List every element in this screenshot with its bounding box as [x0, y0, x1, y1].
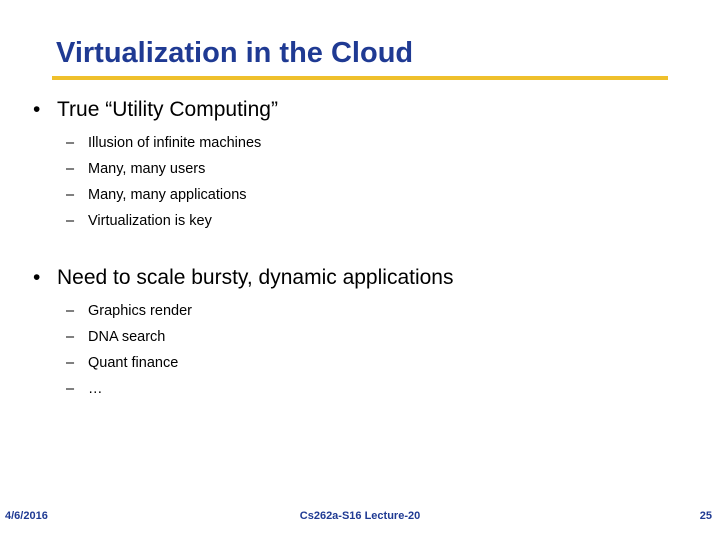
sub-bullet-label-1-1: DNA search	[88, 329, 166, 345]
sub-bullet-label-1-3: …	[88, 381, 103, 397]
bullet-label-1: Need to scale bursty, dynamic applicatio…	[57, 266, 454, 289]
bullet-marker-icon: •	[33, 98, 41, 121]
dash-marker-icon: –	[66, 213, 75, 229]
bullet-label-0: True “Utility Computing”	[57, 98, 278, 121]
sub-bullet-item-1-2: – Quant finance	[0, 350, 720, 376]
sub-bullet-label-1-2: Quant finance	[88, 355, 179, 371]
bullet-item-0: • True “Utility Computing”	[0, 96, 720, 124]
sub-bullet-label-0-1: Many, many users	[88, 161, 206, 177]
sub-bullet-item-1-1: – DNA search	[0, 324, 720, 350]
dash-marker-icon: –	[66, 381, 75, 397]
sub-bullet-item-0-2: – Many, many applications	[0, 182, 720, 208]
dash-marker-icon: –	[66, 161, 75, 177]
dash-marker-icon: –	[66, 187, 75, 203]
slide: Virtualization in the Cloud • True “Util…	[0, 0, 720, 540]
sub-bullet-item-0-0: – Illusion of infinite machines	[0, 130, 720, 156]
sub-bullet-item-1-0: – Graphics render	[0, 298, 720, 324]
slide-footer: 4/6/2016 Cs262a-S16 Lecture-20 25	[0, 500, 720, 540]
sub-bullet-item-0-1: – Many, many users	[0, 156, 720, 182]
dash-marker-icon: –	[66, 329, 75, 345]
dash-marker-icon: –	[66, 303, 75, 319]
bullet-item-1: • Need to scale bursty, dynamic applicat…	[0, 264, 720, 292]
sub-bullet-label-1-0: Graphics render	[88, 303, 192, 319]
sub-bullet-item-0-3: – Virtualization is key	[0, 208, 720, 234]
title-divider	[52, 76, 668, 80]
footer-page-number: 25	[699, 510, 712, 522]
footer-course-label: Cs262a-S16 Lecture-20	[299, 510, 421, 522]
sub-bullet-item-1-3: – …	[0, 376, 720, 402]
sub-bullet-label-0-2: Many, many applications	[88, 187, 247, 203]
dash-marker-icon: –	[66, 135, 75, 151]
dash-marker-icon: –	[66, 355, 75, 371]
slide-body: • True “Utility Computing” – Illusion of…	[0, 96, 720, 402]
sub-bullet-label-0-0: Illusion of infinite machines	[88, 135, 262, 151]
bullet-marker-icon: •	[33, 266, 41, 289]
page-title: Virtualization in the Cloud	[56, 37, 414, 69]
sub-bullet-label-0-3: Virtualization is key	[88, 213, 212, 229]
